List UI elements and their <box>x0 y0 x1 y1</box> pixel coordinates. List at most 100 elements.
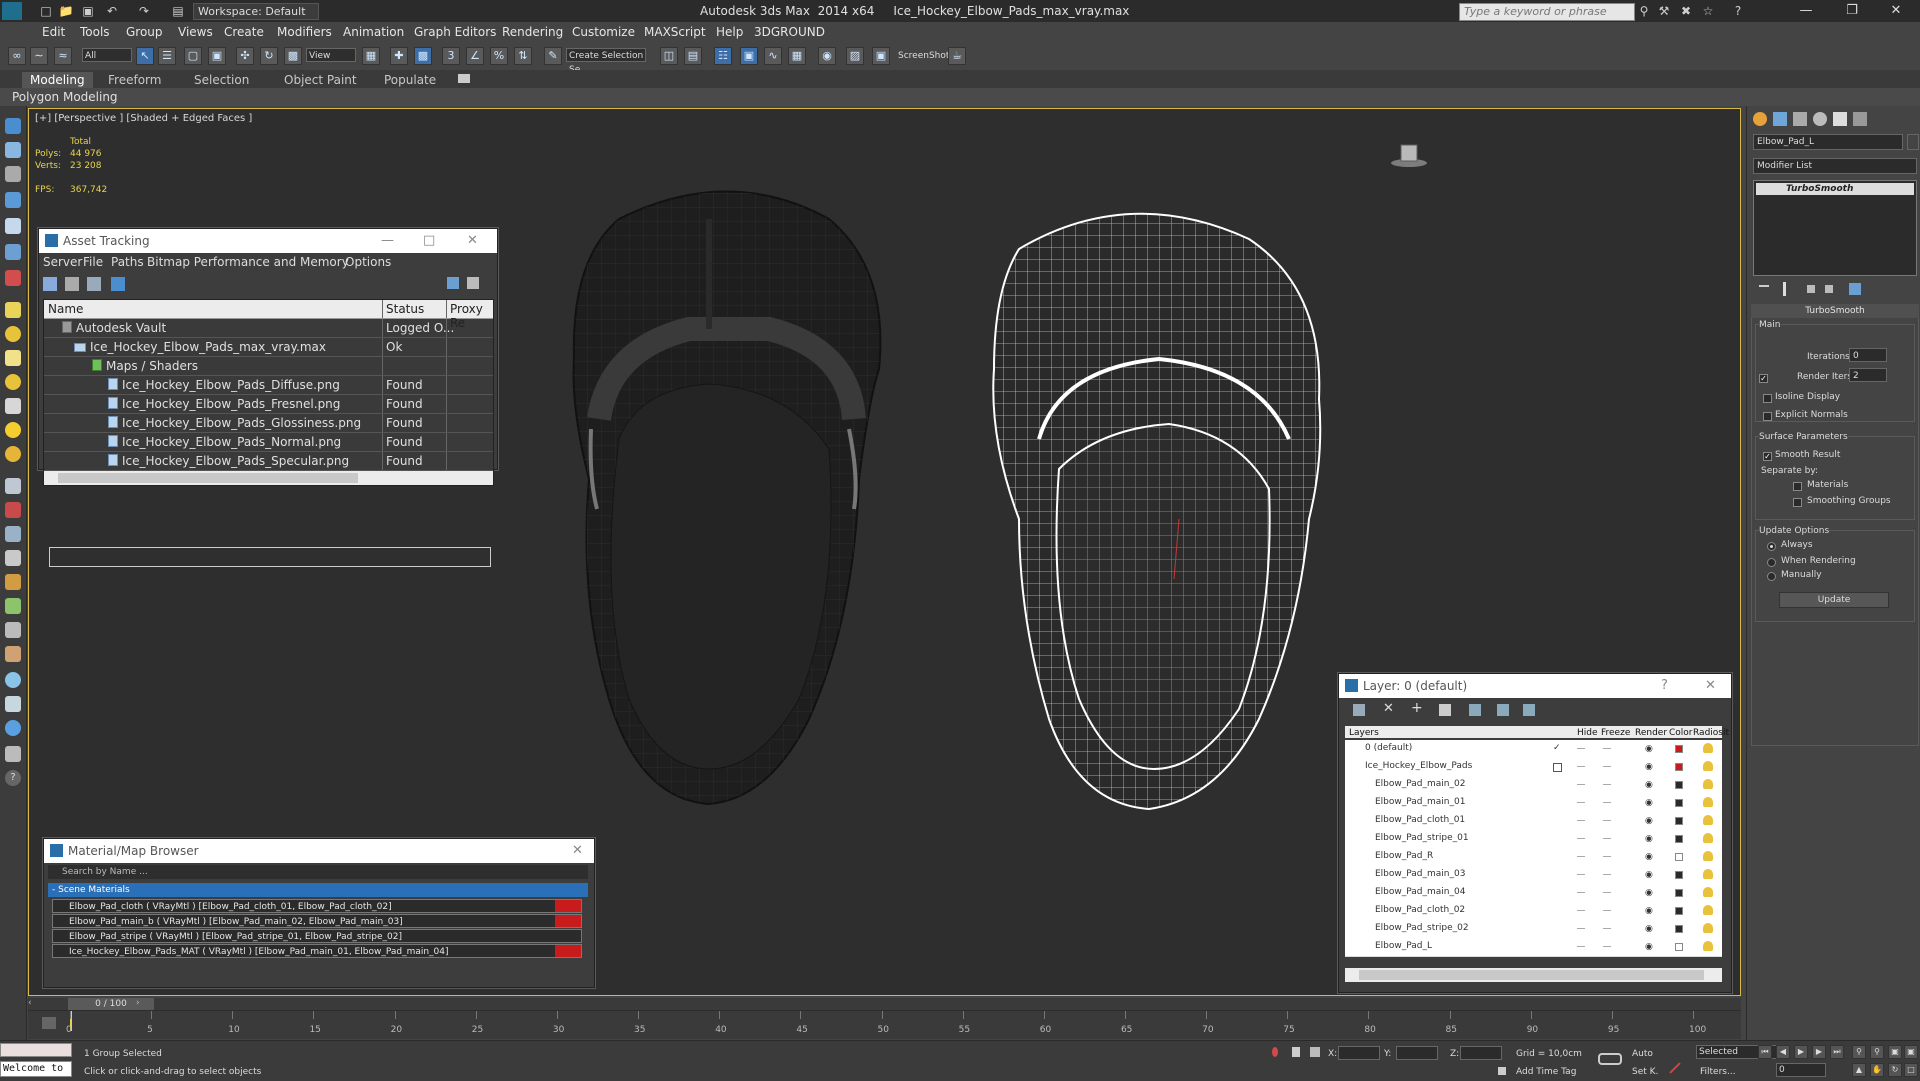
set-key-icon[interactable] <box>1669 1062 1681 1074</box>
key-filters-button[interactable]: Filters... <box>1700 1067 1736 1077</box>
goto-start-icon[interactable]: ⏮ <box>1758 1045 1772 1059</box>
refresh-icon[interactable] <box>43 277 57 291</box>
hide-toggle[interactable] <box>1577 820 1585 821</box>
freeze-toggle[interactable] <box>1603 856 1611 857</box>
select-object-icon[interactable]: ↖ <box>136 47 154 65</box>
col-status[interactable]: Status <box>386 302 424 316</box>
x-coordinate-field[interactable] <box>1338 1046 1380 1060</box>
layer-color-swatch[interactable] <box>1675 745 1683 753</box>
wave-icon[interactable] <box>5 574 21 590</box>
menu-edit[interactable]: Edit <box>42 25 65 39</box>
asset-pin-icon[interactable] <box>467 277 479 289</box>
layer-row[interactable]: Elbow_Pad_main_03 ◉ <box>1345 866 1722 885</box>
new-file-icon[interactable]: □ <box>38 3 54 19</box>
select-by-name-icon[interactable]: ☰ <box>158 47 176 65</box>
freeze-all-layers-icon[interactable] <box>1523 704 1535 716</box>
radiosity-icon[interactable] <box>1703 833 1713 843</box>
current-frame-field[interactable]: 0 <box>1776 1063 1826 1077</box>
render-toggle-icon[interactable]: ◉ <box>1645 816 1653 826</box>
render-iters-input[interactable]: 2 <box>1849 368 1887 382</box>
render-toggle-icon[interactable]: ◉ <box>1645 780 1653 790</box>
layer-color-swatch[interactable] <box>1675 835 1683 843</box>
reference-coordinate-dropdown[interactable]: View <box>306 48 356 62</box>
turbosmooth-rollout-header[interactable]: TurboSmooth <box>1751 304 1919 318</box>
select-in-layer-icon[interactable] <box>1439 704 1451 716</box>
menu-3dground[interactable]: 3DGROUND <box>754 25 825 39</box>
zoom-extents-all-icon[interactable]: ▣ <box>1904 1045 1918 1059</box>
asset-menu-server[interactable]: Server <box>43 255 82 269</box>
curve-editor-icon[interactable]: ∿ <box>764 47 782 65</box>
remove-modifier-icon[interactable] <box>1825 285 1833 293</box>
keyboard-shortcut-override-icon[interactable]: ▩ <box>414 47 432 65</box>
previous-frame-icon[interactable]: ◀ <box>1776 1045 1790 1059</box>
hide-toggle[interactable] <box>1577 784 1585 785</box>
noise-icon[interactable] <box>5 550 21 566</box>
show-end-result-icon[interactable] <box>1783 282 1786 296</box>
asset-path-field[interactable] <box>49 547 491 567</box>
table-row[interactable]: Ice_Hockey_Elbow_Pads_Diffuse.png Found <box>44 376 493 395</box>
menu-graph-editors[interactable]: Graph Editors <box>414 25 496 39</box>
add-to-layer-icon[interactable]: + <box>1411 700 1423 716</box>
layer-color-swatch[interactable] <box>1675 763 1683 771</box>
freeze-toggle[interactable] <box>1603 748 1611 749</box>
save-icon[interactable]: ▣ <box>80 3 96 19</box>
create-layer-icon[interactable] <box>1353 704 1365 716</box>
col-color[interactable]: Color <box>1669 728 1693 738</box>
communication-icon[interactable]: ✖ <box>1678 3 1694 19</box>
zoom-all-icon[interactable]: ⚲ <box>1870 1045 1884 1059</box>
time-prev-icon[interactable]: ‹ <box>28 998 38 1010</box>
uv-icon[interactable] <box>5 696 21 712</box>
hide-toggle[interactable] <box>1577 910 1585 911</box>
redo-icon[interactable]: ↷ <box>136 3 152 19</box>
binoculars-icon[interactable]: ⚲ <box>1636 3 1652 19</box>
radiosity-icon[interactable] <box>1703 905 1713 915</box>
align-icon[interactable]: ▤ <box>684 47 702 65</box>
material-browser-close-button[interactable]: ✕ <box>572 839 583 863</box>
render-toggle-icon[interactable]: ◉ <box>1645 834 1653 844</box>
pan-icon[interactable]: ✋ <box>1870 1063 1884 1077</box>
radiosity-icon[interactable] <box>1703 851 1713 861</box>
window-crossing-icon[interactable]: ▣ <box>208 47 226 65</box>
radiosity-icon[interactable] <box>1703 743 1713 753</box>
open-file-icon[interactable]: 📁 <box>58 3 74 19</box>
layer-manager-icon[interactable]: ☷ <box>714 47 732 65</box>
layer-color-swatch[interactable] <box>1675 853 1683 861</box>
freeze-toggle[interactable] <box>1603 802 1611 803</box>
mirror-icon[interactable]: ◫ <box>660 47 678 65</box>
hide-toggle[interactable] <box>1577 892 1585 893</box>
material-item[interactable]: Elbow_Pad_main_b ( VRayMtl ) [Elbow_Pad_… <box>52 914 582 928</box>
isolate-selection-icon[interactable] <box>1272 1047 1278 1057</box>
tab-selection[interactable]: Selection <box>186 72 257 88</box>
col-hide[interactable]: Hide <box>1577 728 1598 738</box>
selection-lock-icon[interactable] <box>1292 1047 1300 1057</box>
menu-tools[interactable]: Tools <box>80 25 110 39</box>
project-folder-icon[interactable]: ▤ <box>170 3 186 19</box>
record-icon[interactable] <box>5 270 21 286</box>
layer-row[interactable]: Elbow_Pad_L ◉ <box>1345 938 1722 957</box>
update-button[interactable]: Update <box>1779 592 1889 608</box>
layer-row[interactable]: Elbow_Pad_cloth_01 ◉ <box>1345 812 1722 831</box>
hide-toggle[interactable] <box>1577 748 1585 749</box>
tab-object-paint[interactable]: Object Paint <box>276 72 365 88</box>
object-color-swatch[interactable] <box>1907 134 1919 150</box>
cloth-icon[interactable] <box>5 622 21 638</box>
maxscript-input[interactable]: Welcome to <box>0 1061 72 1077</box>
render-teapot-icon[interactable]: ☕ <box>948 47 966 65</box>
perspective-viewport[interactable]: [+] [Perspective ] [Shaded + Edged Faces… <box>28 108 1741 996</box>
sun-icon[interactable] <box>5 422 21 438</box>
scene-materials-group[interactable]: - Scene Materials <box>48 883 588 897</box>
asset-close-button[interactable]: ✕ <box>467 229 478 253</box>
maxscript-listener-mini[interactable] <box>0 1043 72 1057</box>
polygon-modeling-panel[interactable]: Polygon Modeling <box>12 90 118 104</box>
light-icon[interactable] <box>5 142 21 158</box>
field-of-view-icon[interactable]: ▲ <box>1852 1063 1866 1077</box>
angle-snap-icon[interactable]: ∠ <box>466 47 484 65</box>
layer-close-button[interactable]: ✕ <box>1705 674 1716 698</box>
table-row[interactable]: Ice_Hockey_Elbow_Pads_Normal.png Found <box>44 433 493 452</box>
render-toggle-icon[interactable]: ◉ <box>1645 942 1653 952</box>
time-next-icon[interactable]: › <box>136 998 146 1010</box>
time-slider[interactable]: ‹ 0 / 100 › <box>28 998 1741 1010</box>
material-sphere-icon[interactable] <box>5 672 21 688</box>
highlight-layer-icon[interactable] <box>1469 704 1481 716</box>
manually-radio[interactable] <box>1767 572 1776 581</box>
